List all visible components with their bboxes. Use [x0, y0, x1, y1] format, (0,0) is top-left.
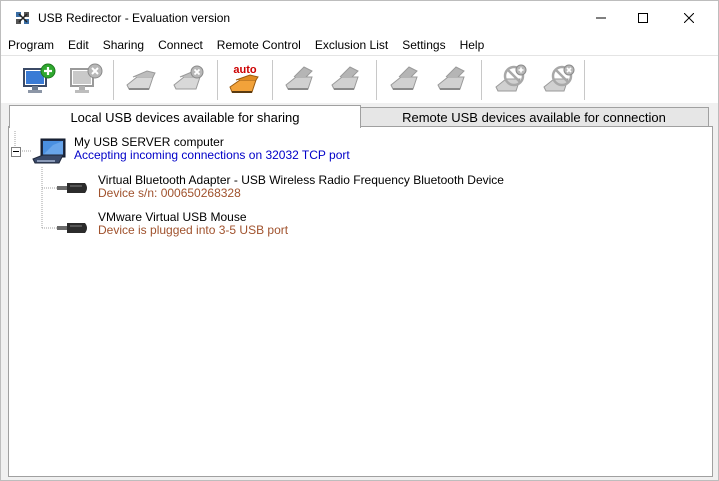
auto-share-icon: auto: [229, 64, 259, 93]
toolbar-separator: [217, 60, 218, 100]
connect-button[interactable]: [281, 62, 319, 98]
device-node-bluetooth[interactable]: Virtual Bluetooth Adapter - USB Wireless…: [98, 174, 504, 200]
server-status: Accepting incoming connections on 32032 …: [74, 148, 350, 162]
title-bar: USB Redirector - Evaluation version: [1, 1, 718, 35]
maximize-icon: [638, 13, 648, 23]
toolbar: auto: [1, 55, 718, 104]
svg-text:auto: auto: [233, 64, 257, 76]
add-computer-icon: [23, 63, 56, 93]
connect-all-icon: [390, 66, 418, 90]
share-device-icon: [126, 70, 156, 90]
menu-help[interactable]: Help: [453, 35, 492, 55]
disconnect-all-icon: [437, 66, 465, 90]
remove-exclusion-button[interactable]: [539, 62, 577, 98]
server-node[interactable]: My USB SERVER computer Accepting incomin…: [74, 136, 350, 162]
add-exclusion-button[interactable]: [491, 62, 529, 98]
menu-connect[interactable]: Connect: [151, 35, 210, 55]
device-node-mouse[interactable]: VMware Virtual USB Mouse Device is plugg…: [98, 211, 288, 237]
menu-bar: Program Edit Sharing Connect Remote Cont…: [1, 35, 718, 55]
toolbar-separator: [584, 60, 585, 100]
minimize-button[interactable]: [578, 1, 624, 35]
auto-share-button[interactable]: auto: [226, 62, 264, 98]
window-title: USB Redirector - Evaluation version: [38, 11, 231, 25]
device-detail: Device s/n: 000650268328: [98, 186, 241, 200]
tab-remote-devices[interactable]: Remote USB devices available for connect…: [359, 107, 709, 128]
collapse-toggle[interactable]: [11, 147, 21, 157]
disconnect-button[interactable]: [327, 62, 365, 98]
close-button[interactable]: [666, 1, 712, 35]
device-detail: Device is plugged into 3-5 USB port: [98, 223, 289, 237]
remove-exclusion-icon: [543, 64, 575, 92]
remove-computer-icon: [70, 63, 103, 93]
unshare-device-button[interactable]: [169, 62, 207, 98]
toolbar-separator: [113, 60, 114, 100]
device-tree: My USB SERVER computer Accepting incomin…: [8, 126, 713, 477]
menu-remote-control[interactable]: Remote Control: [210, 35, 308, 55]
minimize-icon: [596, 17, 606, 19]
close-icon: [684, 13, 694, 23]
connect-all-button[interactable]: [386, 62, 424, 98]
add-exclusion-icon: [495, 64, 527, 92]
server-computer-icon: [31, 137, 69, 170]
toolbar-separator: [272, 60, 273, 100]
disconnect-all-button[interactable]: [433, 62, 471, 98]
tab-local-devices[interactable]: Local USB devices available for sharing: [9, 105, 361, 128]
share-device-button[interactable]: [122, 62, 160, 98]
tab-strip: Local USB devices available for sharing …: [1, 103, 718, 128]
app-window: USB Redirector - Evaluation version Prog…: [0, 0, 719, 481]
add-computer-button[interactable]: [20, 62, 58, 98]
maximize-button[interactable]: [620, 1, 666, 35]
menu-edit[interactable]: Edit: [61, 35, 96, 55]
menu-program[interactable]: Program: [1, 35, 61, 55]
usb-plug-icon: [57, 220, 91, 239]
remove-computer-button[interactable]: [67, 62, 105, 98]
menu-exclusion-list[interactable]: Exclusion List: [308, 35, 395, 55]
usb-redirector-app-icon: [15, 10, 31, 26]
connect-icon: [285, 66, 313, 90]
toolbar-separator: [481, 60, 482, 100]
usb-plug-icon: [57, 180, 91, 199]
menu-sharing[interactable]: Sharing: [96, 35, 151, 55]
menu-settings[interactable]: Settings: [395, 35, 452, 55]
disconnect-icon: [331, 66, 359, 90]
unshare-device-icon: [173, 65, 204, 90]
toolbar-separator: [376, 60, 377, 100]
